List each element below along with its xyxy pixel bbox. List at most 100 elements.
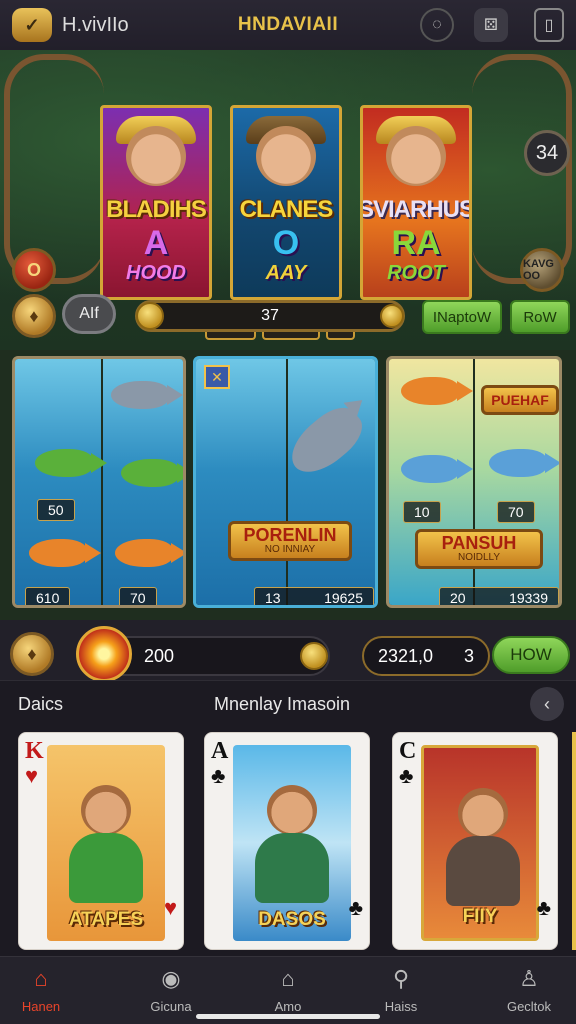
top-bar: ✓ H.vivIIo HNDAVIAII ◌ ⚄ ▯	[0, 0, 576, 50]
banner-subtitle: NOIDLLY	[457, 552, 501, 563]
cards-icon[interactable]: ▯	[534, 8, 564, 42]
character-name: CLANES	[239, 196, 334, 223]
coin-icon[interactable]	[300, 642, 328, 670]
banner-top: PUEHAF	[491, 392, 549, 408]
character-letter: RA	[391, 224, 441, 262]
gem-icon[interactable]: ♦	[10, 632, 54, 676]
character-body	[69, 833, 143, 903]
character-body	[255, 833, 329, 903]
character-letter: O	[272, 224, 300, 262]
character-portrait	[267, 785, 317, 835]
home-icon: ⌂	[34, 966, 48, 991]
balance-bar: 37	[135, 300, 405, 332]
spin-button[interactable]	[76, 626, 132, 682]
reel-value: 13 19625	[254, 587, 374, 606]
nav-label: Gicuna	[150, 999, 192, 1014]
value-right: 19625	[324, 590, 363, 606]
next-card-edge[interactable]	[572, 732, 576, 950]
bet-value: 200	[144, 645, 175, 666]
total-field: 2321,0 3	[362, 636, 490, 676]
club-icon: ♣	[536, 895, 551, 920]
how-button[interactable]: HOW	[492, 636, 570, 674]
aif-button[interactable]: AIf	[62, 294, 116, 334]
playing-card[interactable]: FIIY C ♣ ♣	[392, 732, 558, 950]
character-portrait	[81, 785, 131, 835]
nav-item-amo[interactable]: ⌂ Amo	[243, 965, 333, 1014]
row-button[interactable]: RoW	[510, 300, 570, 334]
character-body	[446, 836, 520, 906]
counter-badge[interactable]: 34	[524, 130, 570, 176]
card-rank: K	[25, 738, 44, 764]
card-art: DASOS	[233, 745, 351, 941]
nav-item-gicuna[interactable]: ◉ Gicuna	[126, 965, 216, 1014]
gear-icon[interactable]: KAVG OO	[520, 248, 564, 292]
nav-item-gecltok[interactable]: ♙ Gecltok	[484, 965, 574, 1014]
section-title: Mnenlay Imasoin	[214, 694, 351, 714]
nav-label: Gecltok	[506, 999, 552, 1014]
character-portrait	[386, 126, 446, 186]
slot-panel[interactable]: ✕ PORENLIN NO INNIAY 13 19625	[193, 356, 378, 608]
heart-icon: ♥	[25, 763, 39, 788]
reel-value: 10	[403, 501, 441, 523]
character-subtitle: AAY	[265, 262, 307, 284]
fish-icon	[29, 539, 101, 567]
corner-banner: PUEHAF	[481, 385, 559, 415]
close-icon[interactable]: ✕	[204, 365, 230, 389]
character-subtitle: HOOD	[126, 262, 186, 284]
coin-icon	[136, 302, 164, 330]
character-card[interactable]: BLADIHS A HOOD	[100, 105, 212, 300]
fish-icon	[111, 381, 183, 409]
banner-title: PORENLIN	[243, 525, 337, 545]
search-icon: ⚲	[392, 966, 410, 991]
fish-icon	[401, 377, 473, 405]
card-label: ATAPES	[68, 909, 144, 930]
dice-icon[interactable]: ⚄	[474, 8, 508, 42]
slot-panel[interactable]: PUEHAF 10 70 PANSUH NOIDLLY 20 19339	[386, 356, 562, 608]
reel-value: 70	[497, 501, 535, 523]
card-art: ATAPES	[47, 745, 165, 941]
section-tab[interactable]: Daics	[18, 694, 63, 715]
fish-icon	[489, 449, 559, 477]
gem-icon[interactable]: ♦	[12, 294, 56, 338]
slot-panel[interactable]: 50 610 70	[12, 356, 186, 608]
nav-item-haiss[interactable]: ⚲ Haiss	[356, 965, 446, 1014]
spin-orb-icon[interactable]: O	[12, 248, 56, 292]
prize-banner: PANSUH NOIDLLY	[415, 529, 543, 569]
house-icon: ⌂	[281, 966, 295, 991]
reel-value: 50	[37, 499, 75, 521]
dots-icon[interactable]: ◌	[420, 8, 454, 42]
fish-icon	[121, 459, 183, 487]
character-name: SVIARHUS	[360, 196, 472, 223]
section-header: Daics Mnenlay Imasoin ‹	[0, 680, 576, 726]
fish-icon	[115, 539, 183, 567]
character-card[interactable]: SVIARHUS RA ROOT	[360, 105, 472, 300]
value-right: 19339	[509, 590, 548, 606]
reel-value: 20 19339	[439, 587, 559, 606]
character-card[interactable]: CLANES O AAY	[230, 105, 342, 300]
card-rank: A	[211, 738, 229, 764]
card-row: ATAPES K ♥ ♥ DASOS A ♣ ♣ FIIY C ♣ ♣	[0, 726, 576, 956]
reel	[15, 359, 101, 605]
playing-card[interactable]: DASOS A ♣ ♣	[204, 732, 370, 950]
coin-icon[interactable]	[380, 304, 404, 328]
balance-value: 37	[261, 307, 279, 324]
banner-subtitle: NO INNIAY	[264, 544, 316, 555]
character-portrait	[126, 126, 186, 186]
inaptow-button[interactable]: INaptoW	[422, 300, 502, 334]
reel	[288, 359, 375, 605]
reel-value: 610	[25, 587, 71, 605]
playing-card[interactable]: ATAPES K ♥ ♥	[18, 732, 184, 950]
bet-field[interactable]: 200	[100, 636, 330, 676]
reel	[196, 359, 286, 605]
slot-panels: 50 610 70 ✕ PORENLIN NO INNIAY 13 19625 …	[0, 350, 576, 620]
nav-label: Hanen	[21, 999, 61, 1014]
banner-title: PANSUH	[441, 533, 517, 553]
profile-icon: ♙	[519, 966, 539, 991]
circle-icon: ◉	[161, 966, 181, 991]
vine-frame	[4, 54, 104, 284]
card-label: FIIY	[462, 906, 498, 927]
card-art: FIIY	[421, 745, 539, 941]
nav-item-home[interactable]: ⌂ Hanen	[0, 965, 86, 1014]
chevron-left-icon[interactable]: ‹	[530, 687, 564, 721]
reel-value: 70	[119, 587, 157, 605]
